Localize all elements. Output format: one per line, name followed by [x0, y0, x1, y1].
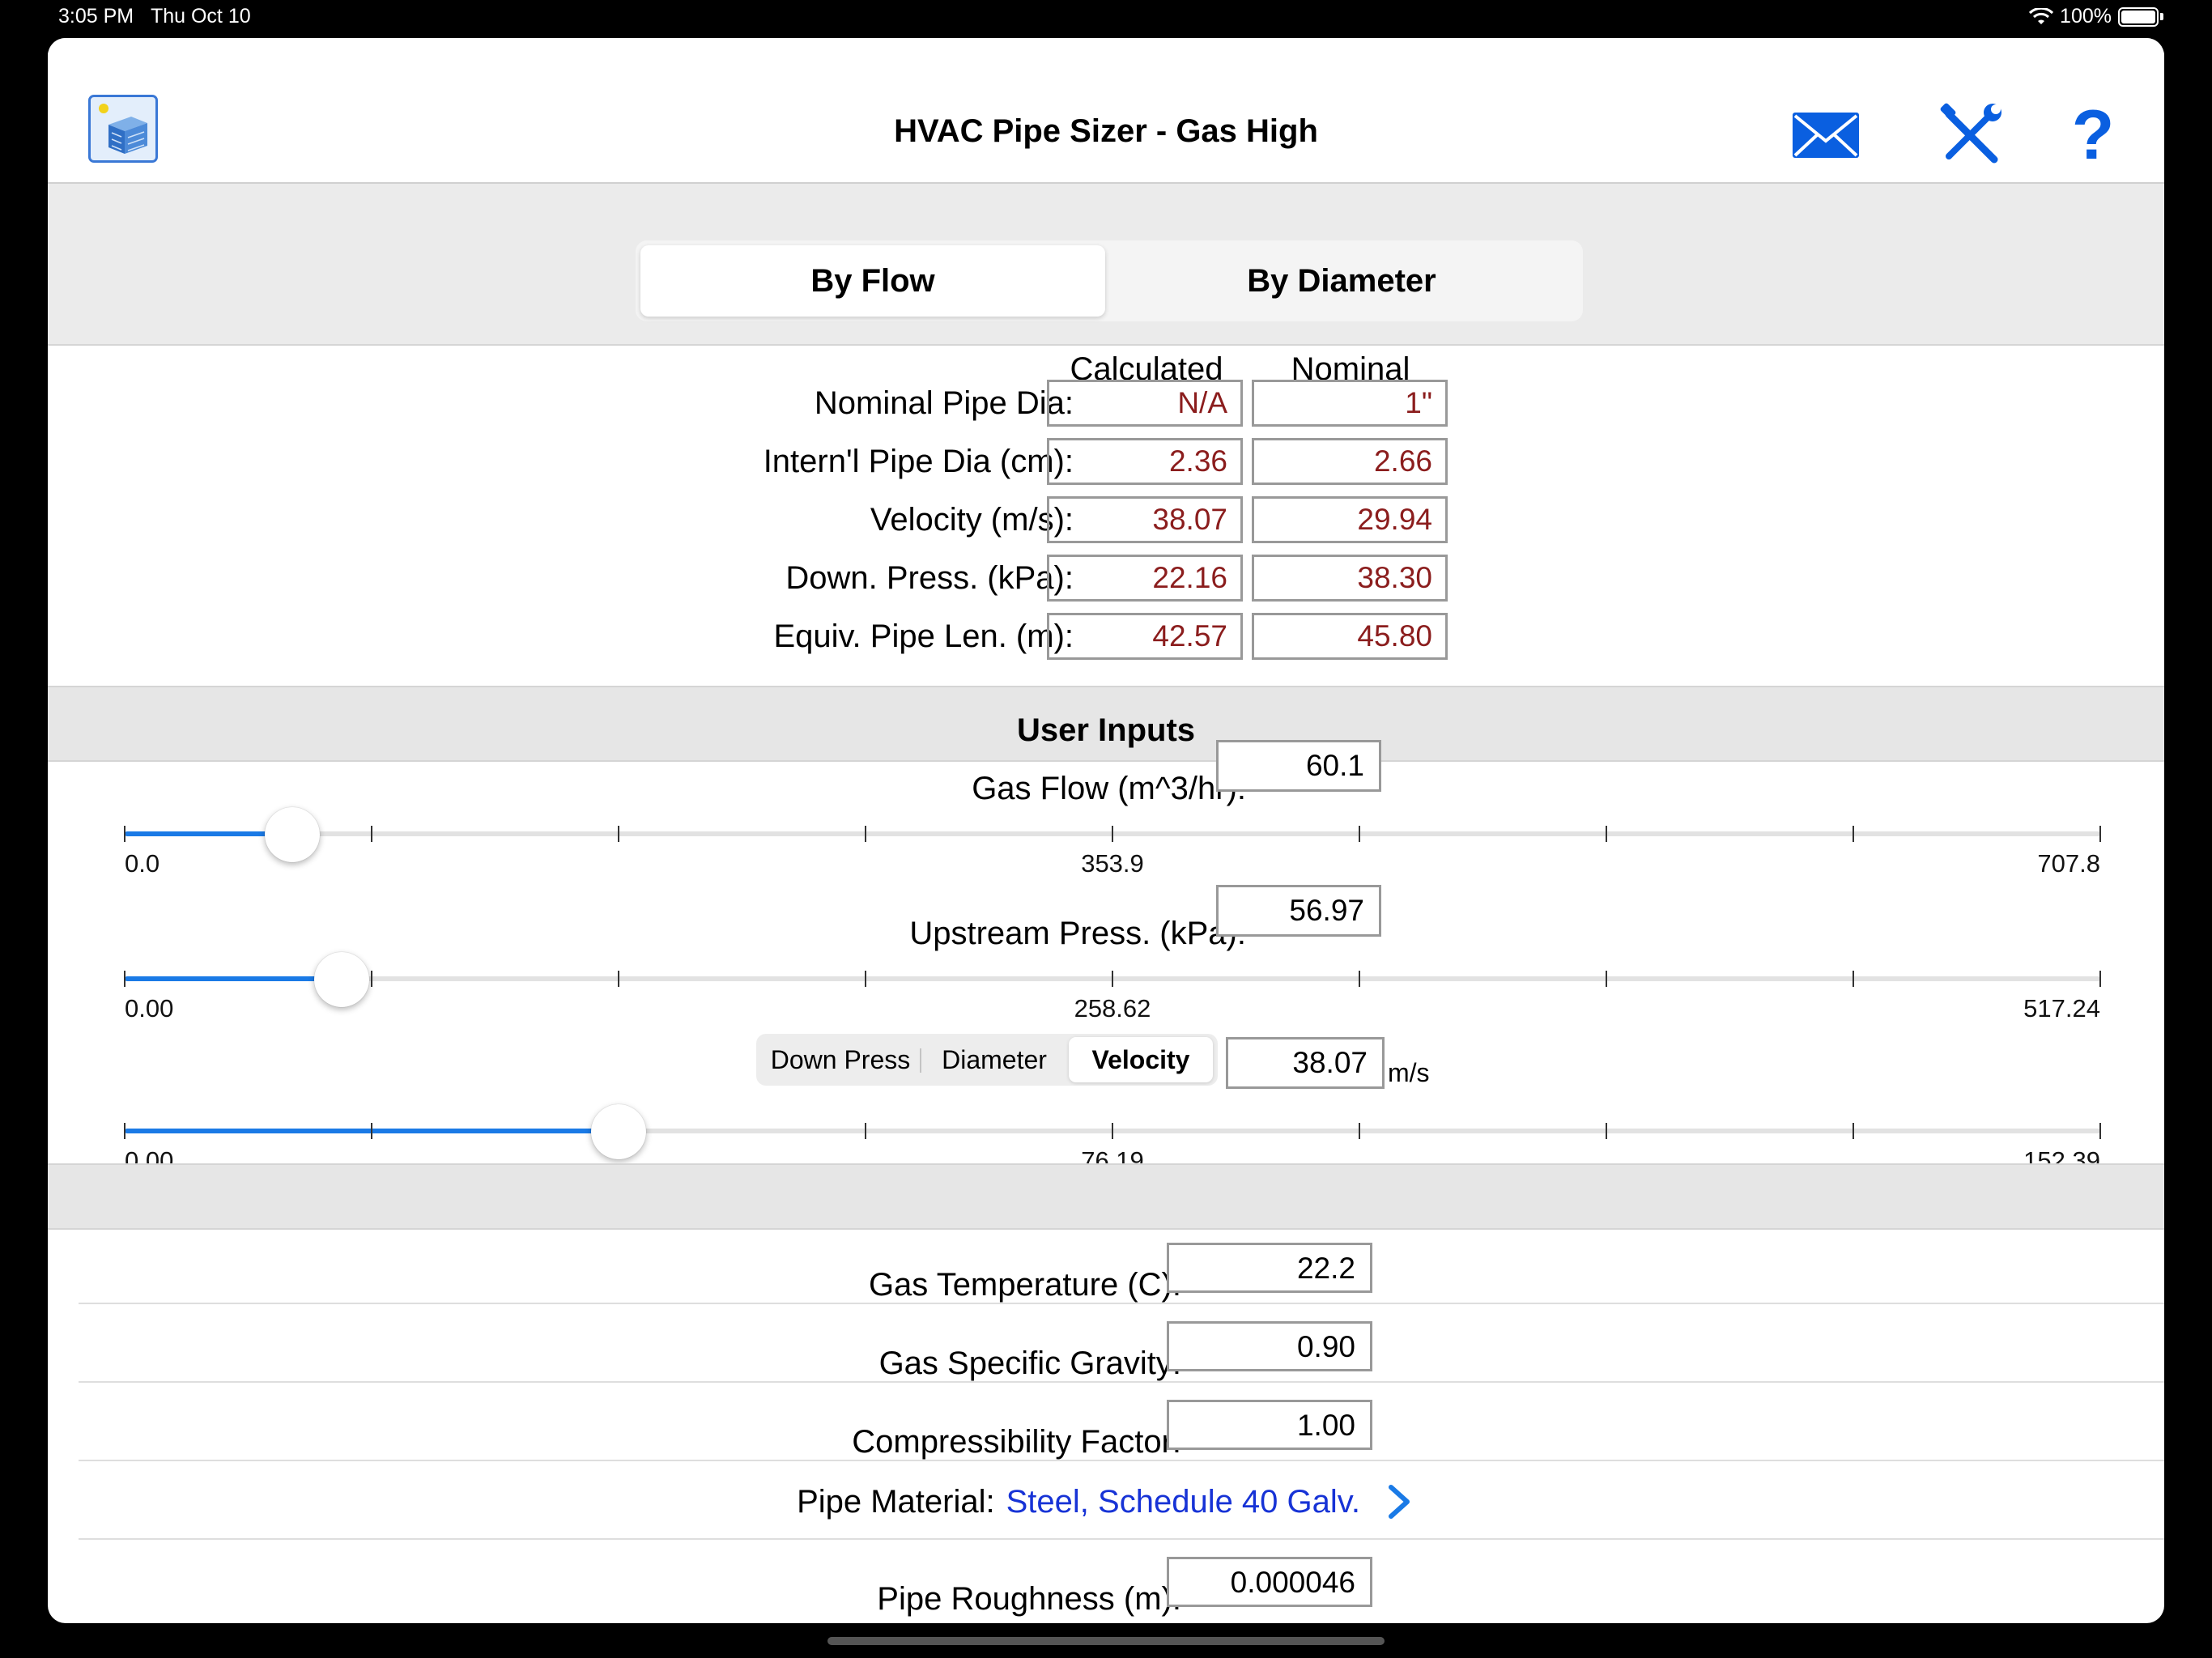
slider-tick: [2099, 826, 2101, 842]
slider-tick: [1359, 971, 1360, 987]
slider-tick: [2099, 971, 2101, 987]
result-calculated: 42.57: [1047, 613, 1243, 660]
slider-tick: [1112, 971, 1113, 987]
upstream-press-slider[interactable]: 0.00 258.62 517.24: [124, 952, 2113, 1036]
pipe-roughness-label: Pipe Roughness (m):: [877, 1581, 1181, 1617]
slider-max-label: 707.8: [2037, 849, 2100, 878]
slider-tick: [618, 971, 619, 987]
slider-tick: [865, 1123, 866, 1139]
chevron-right-icon: [1388, 1485, 1410, 1519]
slider-tick: [1853, 1123, 1854, 1139]
result-nominal: 38.30: [1252, 555, 1448, 602]
slider-tick: [1606, 826, 1607, 842]
slider-tick: [618, 826, 619, 842]
slider-tick: [124, 1123, 125, 1139]
home-indicator[interactable]: [827, 1637, 1385, 1645]
result-nominal: 1": [1252, 380, 1448, 427]
status-time: 3:05 PM Thu Oct 10: [58, 5, 251, 28]
help-icon[interactable]: ?: [2054, 96, 2132, 174]
tools-icon[interactable]: [1931, 96, 2009, 174]
pipe-roughness-input[interactable]: 0.000046: [1167, 1557, 1372, 1607]
solve-for-segmented-control: Down Press Diameter Velocity: [756, 1034, 1218, 1086]
slider-tick: [371, 1123, 372, 1139]
specific-gravity-label: Gas Specific Gravity:: [878, 1346, 1181, 1381]
velocity-unit: m/s: [1388, 1058, 1430, 1087]
result-calculated: 38.07: [1047, 496, 1243, 543]
slider-tick: [1112, 826, 1113, 842]
wifi-icon: [2029, 7, 2054, 24]
result-label: Down. Press. (kPa):: [785, 560, 1074, 596]
compressibility-input[interactable]: 1.00: [1167, 1400, 1372, 1450]
slider-tick: [865, 971, 866, 987]
gas-flow-label: Gas Flow (m^3/hr):: [972, 771, 1246, 806]
gas-flow-slider[interactable]: 0.0 353.9 707.8: [124, 807, 2113, 891]
section-title: User Inputs: [1016, 712, 1196, 748]
gas-flow-input[interactable]: 60.1: [1216, 740, 1381, 792]
slider-min-label: 0.00: [125, 994, 174, 1022]
compressibility-label: Compressibility Factor:: [852, 1424, 1181, 1460]
slider-tick: [2099, 1123, 2101, 1139]
slider-tick: [124, 826, 125, 842]
slider-tick: [865, 826, 866, 842]
option-down-press[interactable]: Down Press: [761, 1037, 920, 1082]
upstream-press-input[interactable]: 56.97: [1216, 885, 1381, 937]
result-label: Nominal Pipe Dia:: [814, 385, 1074, 421]
user-inputs-header: User Inputs: [48, 686, 2164, 762]
result-label: Equiv. Pipe Len. (m):: [773, 619, 1074, 654]
tab-by-flow[interactable]: By Flow: [640, 245, 1105, 317]
tab-by-diameter[interactable]: By Diameter: [1105, 245, 1578, 317]
result-calculated: N/A: [1047, 380, 1243, 427]
battery-icon: [2118, 6, 2159, 27]
slider-thumb[interactable]: [265, 807, 320, 862]
slider-tick: [1359, 826, 1360, 842]
result-label: Velocity (m/s):: [870, 502, 1074, 538]
result-nominal: 45.80: [1252, 613, 1448, 660]
option-diameter[interactable]: Diameter: [923, 1037, 1066, 1082]
slider-tick: [371, 971, 372, 987]
slider-tick: [371, 826, 372, 842]
tab-bar: By Flow By Diameter: [48, 184, 2164, 346]
section-divider: [48, 1163, 2164, 1230]
status-bar: 3:05 PM Thu Oct 10 100%: [0, 0, 2212, 36]
mode-segmented-control: By Flow By Diameter: [636, 240, 1583, 321]
slider-tick: [1606, 1123, 1607, 1139]
nav-bar: HVAC Pipe Sizer - Gas High ?: [48, 38, 2164, 184]
specific-gravity-input[interactable]: 0.90: [1167, 1321, 1372, 1371]
slider-tick: [1112, 1123, 1113, 1139]
slider-mid-label: 258.62: [1074, 994, 1151, 1022]
mail-icon[interactable]: [1787, 96, 1865, 174]
slider-thumb[interactable]: [314, 952, 369, 1007]
result-label: Intern'l Pipe Dia (cm):: [763, 444, 1074, 479]
status-right: 100%: [2029, 5, 2163, 28]
app-window: HVAC Pipe Sizer - Gas High ? By Flow By …: [48, 38, 2164, 1623]
result-calculated: 22.16: [1047, 555, 1243, 602]
slider-tick: [1606, 971, 1607, 987]
pipe-material-row[interactable]: Pipe Material: Steel, Schedule 40 Galv.: [48, 1463, 2164, 1541]
slider-min-label: 0.0: [125, 849, 160, 878]
slider-tick: [1853, 971, 1854, 987]
result-calculated: 2.36: [1047, 438, 1243, 485]
option-velocity[interactable]: Velocity: [1069, 1037, 1213, 1082]
pipe-material-value[interactable]: Steel, Schedule 40 Galv.: [1006, 1482, 1360, 1522]
slider-tick: [124, 971, 125, 987]
velocity-input[interactable]: 38.07: [1226, 1037, 1385, 1089]
results-section: Calculated Nominal Nominal Pipe Dia: N/A…: [48, 346, 2164, 686]
pipe-material-label: Pipe Material:: [797, 1484, 995, 1520]
upstream-press-label: Upstream Press. (kPa):: [909, 916, 1246, 951]
gas-temperature-label: Gas Temperature (C):: [868, 1267, 1181, 1303]
slider-tick: [1853, 826, 1854, 842]
slider-tick: [1359, 1123, 1360, 1139]
slider-max-label: 517.24: [2023, 994, 2100, 1022]
slider-thumb[interactable]: [591, 1104, 646, 1159]
slider-mid-label: 353.9: [1081, 849, 1144, 878]
battery-percent: 100%: [2060, 5, 2112, 28]
result-nominal: 29.94: [1252, 496, 1448, 543]
result-nominal: 2.66: [1252, 438, 1448, 485]
gas-temperature-input[interactable]: 22.2: [1167, 1243, 1372, 1293]
